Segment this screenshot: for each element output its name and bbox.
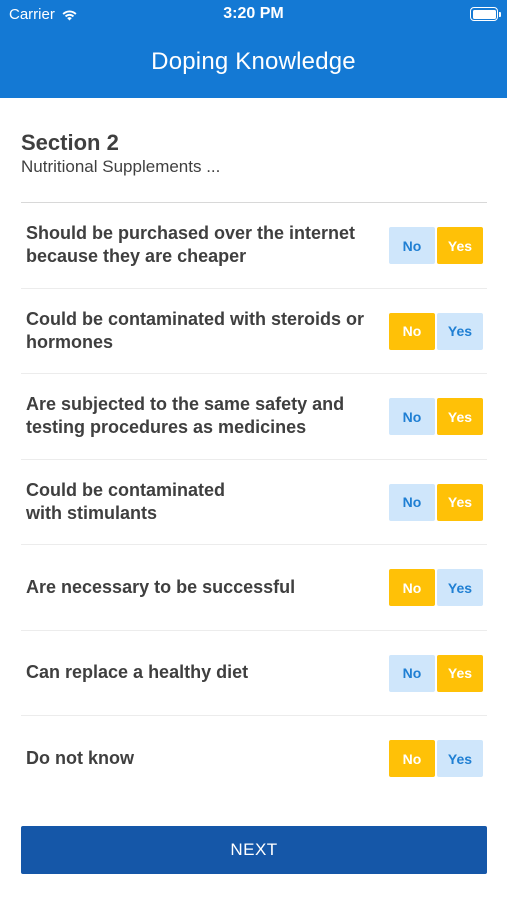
- section-title: Section 2: [21, 130, 119, 155]
- battery-icon: [470, 7, 501, 21]
- question-row: Should be purchased over the internet be…: [21, 203, 487, 289]
- navigation-bar: Carrier 3:20 PM Doping Knowledge: [0, 0, 507, 98]
- answer-toggle: No Yes: [389, 654, 483, 692]
- no-button[interactable]: No: [389, 654, 435, 692]
- question-row: Can replace a healthy diet No Yes: [21, 631, 487, 716]
- question-text: Could be contaminated with steroids or h…: [26, 308, 365, 352]
- yes-button[interactable]: Yes: [437, 740, 483, 777]
- no-button[interactable]: No: [389, 398, 435, 435]
- no-button[interactable]: No: [389, 569, 435, 606]
- yes-button[interactable]: Yes: [437, 312, 483, 350]
- question-row: Do not know No Yes: [21, 716, 487, 802]
- clock: 3:20 PM: [223, 5, 284, 22]
- question-text: Could be contaminated with stimulants: [26, 479, 226, 523]
- no-button[interactable]: No: [389, 312, 435, 350]
- section-subtitle: Nutritional Supplements ...: [21, 157, 221, 176]
- question-text: Do not know: [26, 748, 134, 769]
- question-list: Should be purchased over the internet be…: [21, 203, 487, 802]
- status-bar: Carrier 3:20 PM: [0, 0, 507, 28]
- question-row: Could be contaminated with steroids or h…: [21, 289, 487, 374]
- yes-button[interactable]: Yes: [437, 227, 483, 264]
- answer-toggle: No Yes: [389, 483, 483, 521]
- no-button[interactable]: No: [389, 227, 435, 264]
- yes-button[interactable]: Yes: [437, 398, 483, 435]
- question-text: Can replace a healthy diet: [26, 662, 249, 683]
- question-text: Should be purchased over the internet be…: [26, 223, 356, 267]
- answer-toggle: No Yes: [389, 569, 483, 606]
- yes-button[interactable]: Yes: [437, 569, 483, 606]
- no-button[interactable]: No: [389, 483, 435, 521]
- question-row: Are necessary to be successful No Yes: [21, 545, 487, 631]
- answer-toggle: No Yes: [389, 227, 483, 264]
- question-text: Are subjected to the same safety and tes…: [26, 394, 345, 438]
- question-row: Could be contaminated with stimulants No…: [21, 460, 487, 545]
- page-title: Doping Knowledge: [151, 48, 356, 75]
- yes-button[interactable]: Yes: [437, 483, 483, 521]
- answer-toggle: No Yes: [389, 398, 483, 435]
- answer-toggle: No Yes: [389, 312, 483, 350]
- question-row: Are subjected to the same safety and tes…: [21, 374, 487, 460]
- no-button[interactable]: No: [389, 740, 435, 777]
- question-text: Are necessary to be successful: [26, 576, 296, 597]
- yes-button[interactable]: Yes: [437, 654, 483, 692]
- answer-toggle: No Yes: [389, 740, 483, 777]
- next-button[interactable]: NEXT: [21, 826, 487, 874]
